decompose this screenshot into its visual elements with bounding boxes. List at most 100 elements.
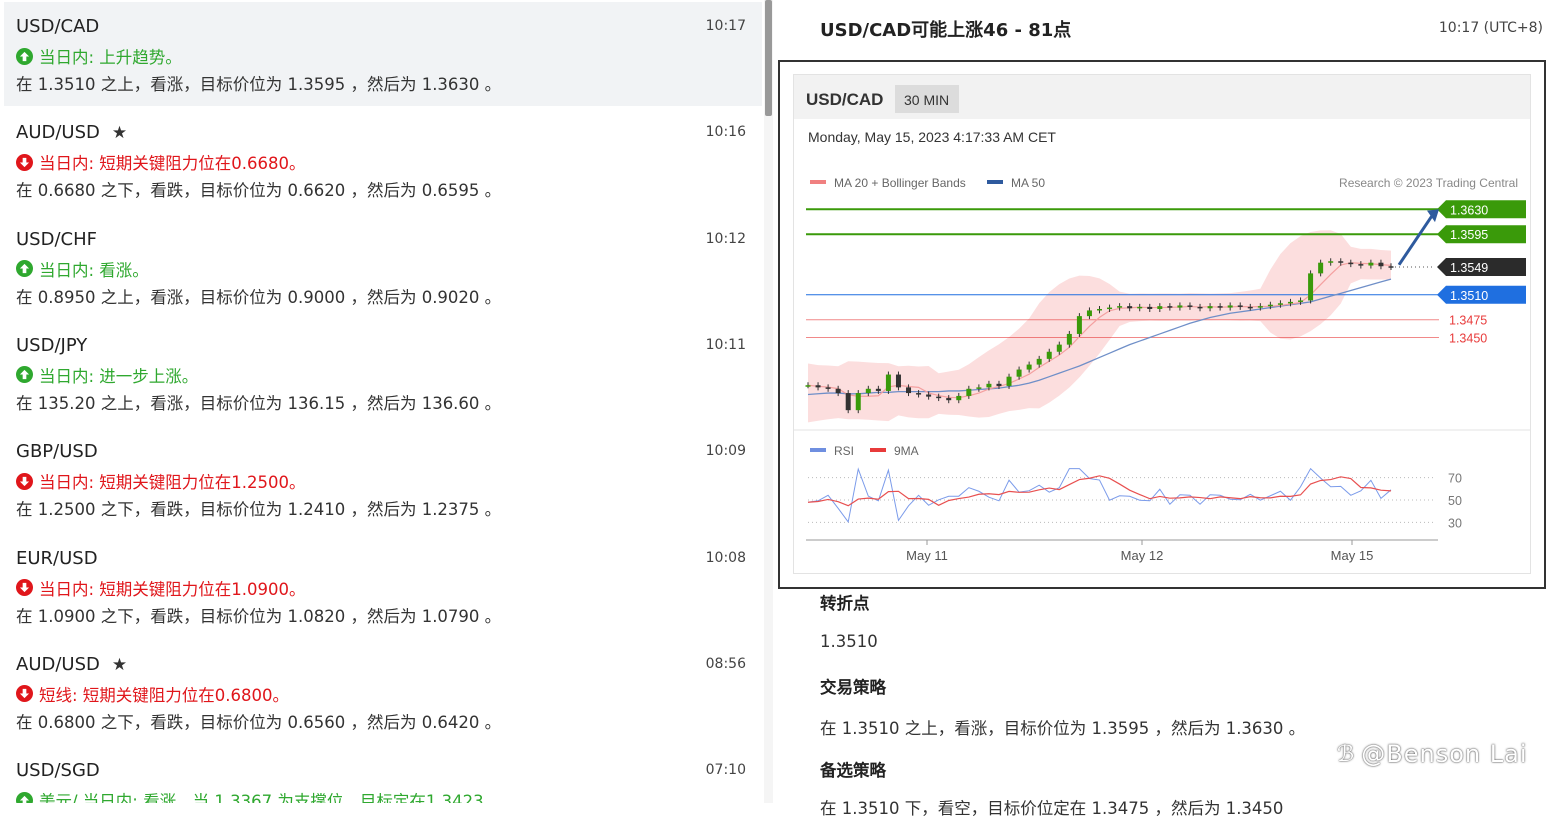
candle bbox=[845, 393, 851, 411]
pair-name: USD/CAD bbox=[16, 16, 100, 37]
strategy-text: 在 1.3510 之上，看涨，目标价位为 1.3595 ，然后为 1.3630 … bbox=[820, 719, 1306, 738]
candle bbox=[996, 383, 1002, 386]
arrow-up-icon bbox=[16, 47, 33, 65]
signal-list-item[interactable]: USD/JPY 10:11 当日内: 进一步上涨。在 135.20 之上，看涨，目标… bbox=[4, 321, 762, 425]
signal-text: 美元/ 当日内: 看涨，当 1.3367 为支撑位，目标定在1.3423 bbox=[16, 788, 484, 803]
candle bbox=[865, 388, 871, 394]
scrollbar-thumb[interactable] bbox=[765, 0, 772, 116]
legend-9ma: 9MA bbox=[894, 444, 919, 458]
candle bbox=[1036, 358, 1042, 365]
star-icon[interactable]: ★ bbox=[112, 123, 127, 143]
candle bbox=[1127, 306, 1133, 309]
signal-list-item[interactable]: AUD/USD ★ 10:16 当日内: 短期关键阻力位在0.6680。在 0.668… bbox=[4, 108, 762, 212]
level-label-2: 1.3549 bbox=[1450, 261, 1488, 275]
signal-text: 短线: 短期关键阻力位在0.6800。 bbox=[16, 682, 289, 706]
pair-name: EUR/USD bbox=[16, 547, 98, 569]
signal-list-item[interactable]: USD/SGD 07:10 美元/ 当日内: 看涨，当 1.3367 为支撑位，目标… bbox=[4, 746, 762, 803]
candle bbox=[835, 388, 841, 394]
candle bbox=[1207, 306, 1213, 309]
chart-credit: Research © 2023 Trading Central bbox=[1339, 176, 1518, 190]
signal-list-item[interactable]: EUR/USD 10:08 当日内: 短期关键阻力位在1.0900。在 1.0900… bbox=[4, 534, 762, 638]
candle bbox=[1187, 305, 1193, 307]
chart-frame[interactable]: USD/CAD 30 MIN Monday, May 15, 2023 4:17:3… bbox=[778, 60, 1546, 589]
arrow-down-icon bbox=[16, 685, 33, 703]
rsi-label-1: 50 bbox=[1448, 494, 1462, 508]
timeframe-label: 30 MIN bbox=[904, 92, 949, 108]
signal-list-item[interactable]: USD/CHF 10:12 当日内: 看涨。在 0.8950 之上，看涨，目标价位为… bbox=[4, 215, 762, 319]
arrow-down-icon bbox=[16, 153, 33, 171]
candle bbox=[895, 374, 901, 388]
alt-strategy-text: 在 1.3510 下，看空，目标价位定在 1.3475 ，然后为 1.3450 bbox=[820, 799, 1284, 818]
candle bbox=[805, 385, 811, 387]
projection-arrow bbox=[1397, 211, 1436, 266]
candle bbox=[1086, 310, 1092, 317]
signal-text: 当日内: 进一步上涨。 bbox=[16, 363, 198, 387]
candle bbox=[1227, 305, 1233, 308]
arrow-down-icon bbox=[16, 579, 33, 596]
pair-name: AUD/USD ★ bbox=[16, 653, 128, 675]
legend-ma20: MA 20 + Bollinger Bands bbox=[834, 176, 966, 190]
chart-symbol: USD/CAD bbox=[806, 90, 883, 109]
candle bbox=[1328, 261, 1334, 263]
arrow-up-icon bbox=[16, 260, 33, 278]
candle bbox=[1338, 261, 1344, 263]
candle bbox=[1237, 305, 1243, 307]
level-label-1: 1.3595 bbox=[1450, 228, 1488, 242]
strategy-summary: 在 1.2500 之下，看跌，目标价位为 1.2410 ，然后为 1.2375 … bbox=[16, 500, 502, 520]
signal-text: 当日内: 上升趋势。 bbox=[16, 44, 182, 68]
candle bbox=[986, 383, 992, 388]
x-tick-label: May 15 bbox=[1331, 548, 1374, 563]
candle bbox=[885, 374, 891, 391]
signal-list-item[interactable]: USD/CAD 10:17 当日内: 上升趋势。在 1.3510 之上，看涨，目标价… bbox=[4, 2, 762, 106]
candle bbox=[1137, 306, 1143, 309]
item-time: 08:56 bbox=[705, 655, 746, 672]
candle bbox=[1157, 306, 1163, 309]
signal-text: 当日内: 短期关键阻力位在1.2500。 bbox=[16, 469, 306, 493]
signal-text: 当日内: 短期关键阻力位在1.0900。 bbox=[16, 576, 306, 600]
candle bbox=[1167, 306, 1173, 308]
candle bbox=[1177, 305, 1183, 308]
level-label-0: 1.3630 bbox=[1450, 203, 1488, 217]
signal-list-item[interactable]: AUD/USD ★ 08:56 短线: 短期关键阻力位在0.6800。在 0.6800… bbox=[4, 640, 762, 744]
candle bbox=[1247, 306, 1253, 309]
candle bbox=[1066, 333, 1072, 345]
strategy-heading: 交易策略 bbox=[820, 678, 886, 697]
x-tick-label: May 11 bbox=[906, 548, 948, 563]
arrow-up-icon bbox=[16, 791, 33, 803]
pair-name: GBP/USD bbox=[16, 441, 98, 463]
star-icon[interactable]: ★ bbox=[112, 655, 127, 675]
candle bbox=[875, 388, 881, 391]
candle bbox=[956, 395, 962, 401]
candle bbox=[916, 393, 922, 395]
candle bbox=[966, 388, 972, 396]
candle bbox=[815, 385, 821, 388]
candle bbox=[946, 398, 952, 401]
candle bbox=[1147, 306, 1153, 309]
candle bbox=[1318, 262, 1324, 274]
price-chart: USD/CAD 30 MIN Monday, May 15, 2023 4:17:3… bbox=[794, 75, 1530, 563]
signal-list-item[interactable]: GBP/USD 10:09 当日内: 短期关键阻力位在1.2500。在 1.2500… bbox=[4, 427, 762, 531]
candle bbox=[1308, 273, 1314, 301]
signal-text: 当日内: 看涨。 bbox=[16, 257, 149, 281]
level-label-4: 1.3475 bbox=[1449, 314, 1487, 328]
pair-name: USD/SGD bbox=[16, 760, 100, 782]
item-time: 10:17 bbox=[705, 18, 746, 34]
level-label-3: 1.3510 bbox=[1450, 289, 1488, 303]
candle bbox=[1026, 364, 1032, 370]
candle bbox=[1287, 301, 1293, 304]
candle bbox=[1097, 309, 1102, 311]
candle bbox=[1217, 306, 1223, 308]
legend-swatch-ma20 bbox=[810, 180, 826, 184]
legend-swatch-9ma bbox=[870, 448, 886, 452]
candle bbox=[1257, 306, 1263, 308]
candle bbox=[855, 393, 861, 411]
arrow-up-icon bbox=[16, 366, 33, 384]
pivot-value: 1.3510 bbox=[820, 632, 878, 651]
legend-rsi: RSI bbox=[834, 444, 854, 458]
candle bbox=[1107, 307, 1113, 310]
detail-panel: USD/CAD可能上涨46 - 81点 10:17 (UTC+8) USD/CA… bbox=[778, 0, 1562, 818]
scrollbar-track[interactable] bbox=[764, 0, 773, 803]
candle bbox=[936, 396, 942, 399]
strategy-summary: 在 1.0900 之下，看跌，目标价位为 1.0820 ，然后为 1.0790 … bbox=[16, 606, 502, 626]
candle bbox=[1016, 369, 1022, 377]
